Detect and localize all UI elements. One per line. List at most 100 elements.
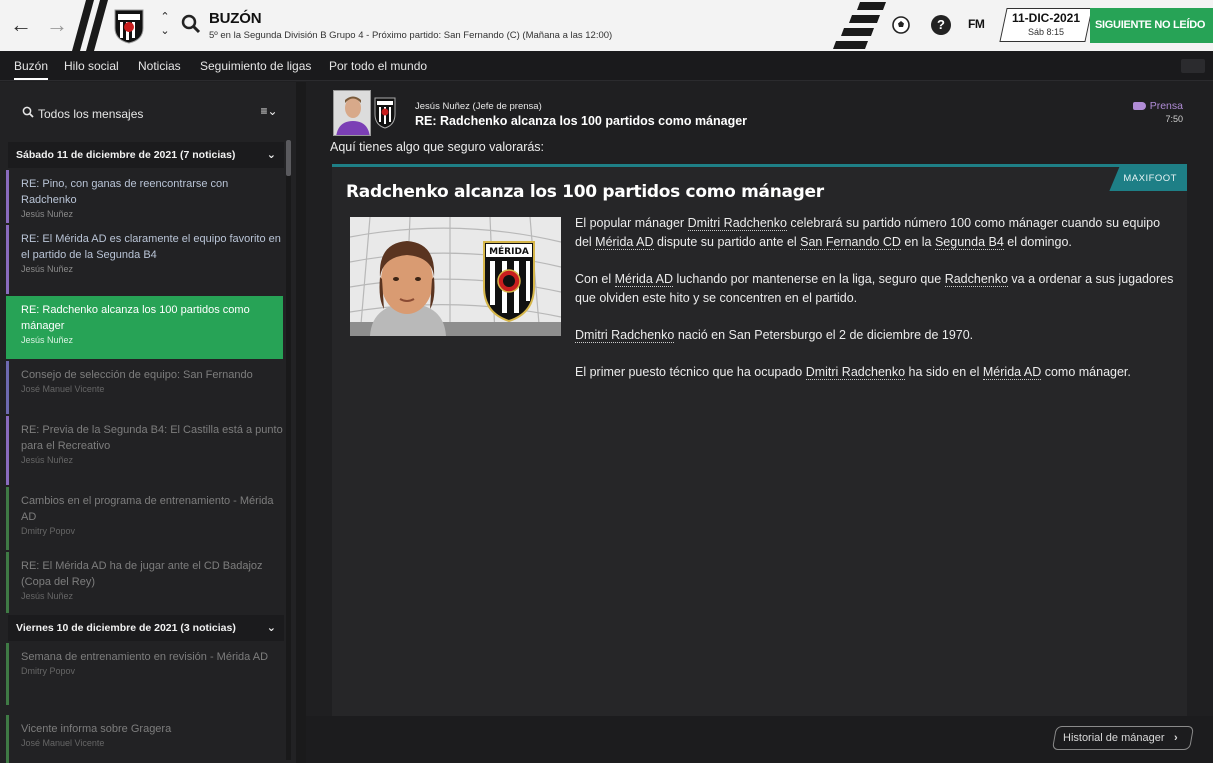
tab-social-feed[interactable]: Hilo social: [64, 51, 119, 81]
message-sender: Jesús Nuñez: [21, 209, 74, 219]
message-sender: José Manuel Vicente: [21, 738, 105, 748]
tag-icon: [1132, 102, 1146, 111]
message-filter[interactable]: Todos los mensajes: [8, 96, 248, 132]
scrollbar-track[interactable]: [286, 140, 291, 760]
club-crest-icon[interactable]: [112, 8, 146, 44]
text: El primer puesto técnico que ha ocupado: [575, 365, 806, 379]
text: dispute su partido ante el: [653, 235, 801, 249]
chevron-down-icon: ⌄: [266, 149, 276, 161]
message-title: RE: Radchenko alcanza los 100 partidos c…: [21, 304, 250, 332]
message-title: Cambios en el programa de entrenamiento …: [21, 495, 274, 523]
text: El popular mánager: [575, 216, 688, 230]
football-icon[interactable]: [890, 14, 912, 36]
next-unread-button[interactable]: SIGUIENTE NO LEÍDO▶: [1090, 8, 1213, 43]
message-sender: Dmitry Popov: [21, 666, 76, 676]
text: en la: [900, 235, 935, 249]
text: ha sido en el: [905, 365, 983, 379]
article-paragraph: Dmitri Radchenko nació en San Petersburg…: [575, 326, 1180, 345]
manager-link[interactable]: Dmitri Radchenko: [575, 328, 675, 343]
inbox-list-panel: Todos los mensajes ≡⌄ Sábado 11 de dicie…: [0, 82, 296, 763]
manager-photo: MÉRIDA: [350, 217, 561, 336]
message-list-item[interactable]: RE: Pino, con ganas de reencontrarse con…: [6, 170, 283, 223]
date-group-header[interactable]: Viernes 10 de diciembre de 2021 (3 notic…: [8, 615, 284, 641]
article-body: El popular mánager Dmitri Radchenko cele…: [575, 214, 1180, 400]
tab-league-tracking[interactable]: Seguimiento de ligas: [200, 51, 311, 81]
message-sender[interactable]: Jesús Nuñez (Jefe de prensa): [415, 101, 542, 112]
crest-text: MÉRIDA: [489, 245, 529, 257]
search-icon[interactable]: [180, 13, 202, 35]
source-badge: MAXIFOOT: [1109, 167, 1187, 191]
manager-link[interactable]: Radchenko: [944, 272, 1008, 287]
message-sender: Jesús Nuñez: [21, 455, 74, 465]
help-icon[interactable]: ?: [931, 15, 951, 35]
message-list-item[interactable]: Consejo de selección de equipo: San Fern…: [6, 361, 283, 414]
message-list-item[interactable]: Semana de entrenamiento en revisión - Mé…: [6, 643, 283, 705]
top-bar: ← → ⌃ ⌄ BUZÓN 5º en la Segunda División B…: [0, 0, 1213, 51]
text: nació en San Petersburgo el 2 de diciemb…: [674, 328, 974, 342]
manager-link[interactable]: Dmitri Radchenko: [805, 365, 906, 380]
fm-logo[interactable]: FM: [968, 17, 990, 39]
article-image: MÉRIDA: [350, 217, 561, 336]
category-label: Prensa: [1149, 100, 1183, 112]
sender-avatar[interactable]: [333, 90, 371, 136]
message-sender: Jesús Nuñez: [21, 264, 74, 274]
message-list-item[interactable]: RE: El Mérida AD es claramente el equipo…: [6, 225, 283, 294]
chevron-down-icon: ⌄: [266, 622, 276, 634]
competition-link[interactable]: Segunda B4: [934, 235, 1004, 250]
message-time: 7:50: [1165, 114, 1183, 124]
date-group-label: Viernes 10 de diciembre de 2021 (3 notic…: [16, 622, 236, 634]
article-title: Radchenko alcanza los 100 partidos como …: [346, 182, 824, 202]
message-title: Consejo de selección de equipo: San Fern…: [21, 369, 253, 381]
tab-around-the-world[interactable]: Por todo el mundo: [329, 51, 427, 81]
text: Con el: [575, 272, 615, 286]
message-sender: Jesús Nuñez: [21, 591, 74, 601]
message-view: Jesús Nuñez (Jefe de prensa) RE: Radchen…: [306, 82, 1213, 763]
forward-arrow-icon[interactable]: →: [44, 12, 70, 38]
message-list-item[interactable]: Cambios en el programa de entrenamiento …: [6, 487, 283, 550]
message-title: RE: El Mérida AD ha de jugar ante el CD …: [21, 560, 263, 588]
club-link[interactable]: Mérida AD: [982, 365, 1042, 380]
message-title: Vicente informa sobre Gragera: [21, 723, 172, 735]
tab-inbox[interactable]: Buzón: [14, 51, 49, 80]
message-list-item[interactable]: Vicente informa sobre Gragera José Manue…: [6, 715, 283, 763]
page-title: BUZÓN: [209, 10, 262, 27]
scrollbar-thumb[interactable]: [286, 140, 291, 176]
text: como mánager.: [1041, 365, 1131, 379]
message-list-item[interactable]: RE: Previa de la Segunda B4: El Castilla…: [6, 416, 283, 485]
manager-link[interactable]: Dmitri Radchenko: [687, 216, 787, 231]
filter-label: Todos los mensajes: [38, 107, 144, 121]
club-crest-icon[interactable]: [373, 96, 397, 130]
message-title: Semana de entrenamiento en revisión - Mé…: [21, 651, 269, 663]
message-list-item[interactable]: RE: Radchenko alcanza los 100 partidos c…: [6, 296, 283, 359]
date-group-header[interactable]: Sábado 11 de diciembre de 2021 (7 notici…: [8, 142, 284, 168]
manager-history-button[interactable]: Historial de mánager ›: [1051, 726, 1195, 750]
category-badge: Prensa: [1132, 100, 1183, 112]
tab-news[interactable]: Noticias: [138, 51, 181, 81]
sort-menu-icon[interactable]: ≡⌄: [254, 104, 284, 124]
club-link[interactable]: Mérida AD: [614, 272, 673, 287]
text: luchando por mantenerse en la liga, segu…: [672, 272, 945, 286]
tab-bar: Buzón Hilo social Noticias Seguimiento d…: [0, 51, 1213, 81]
message-intro: Aquí tienes algo que seguro valorarás:: [330, 140, 545, 154]
current-day-time: Sáb 8:15: [1027, 27, 1065, 37]
current-date: 11-DIC-2021: [1011, 11, 1081, 25]
text: el domingo.: [1003, 235, 1072, 249]
message-title: RE: Previa de la Segunda B4: El Castilla…: [21, 424, 283, 452]
page-subtitle: 5º en la Segunda División B Grupo 4 - Pr…: [209, 30, 613, 41]
chevron-right-icon: ›: [1173, 732, 1178, 744]
back-arrow-icon[interactable]: ←: [8, 12, 34, 38]
speed-stripes: [833, 2, 886, 49]
next-unread-label: SIGUIENTE NO LEÍDO: [1095, 19, 1206, 31]
message-sender: José Manuel Vicente: [21, 384, 105, 394]
chevron-updown-icon[interactable]: ⌃ ⌄: [158, 10, 172, 38]
expand-icon[interactable]: [1181, 59, 1205, 73]
search-icon: [22, 106, 34, 118]
message-sender: Dmitry Popov: [21, 526, 76, 536]
club-link[interactable]: Mérida AD: [595, 235, 654, 250]
message-sender: Jesús Nuñez: [21, 335, 74, 345]
date-group-label: Sábado 11 de diciembre de 2021 (7 notici…: [16, 149, 236, 161]
message-list-item[interactable]: RE: El Mérida AD ha de jugar ante el CD …: [6, 552, 283, 613]
manager-history-label: Historial de mánager: [1063, 732, 1165, 744]
panel-divider[interactable]: [296, 82, 306, 763]
opponent-link[interactable]: San Fernando CD: [800, 235, 901, 250]
